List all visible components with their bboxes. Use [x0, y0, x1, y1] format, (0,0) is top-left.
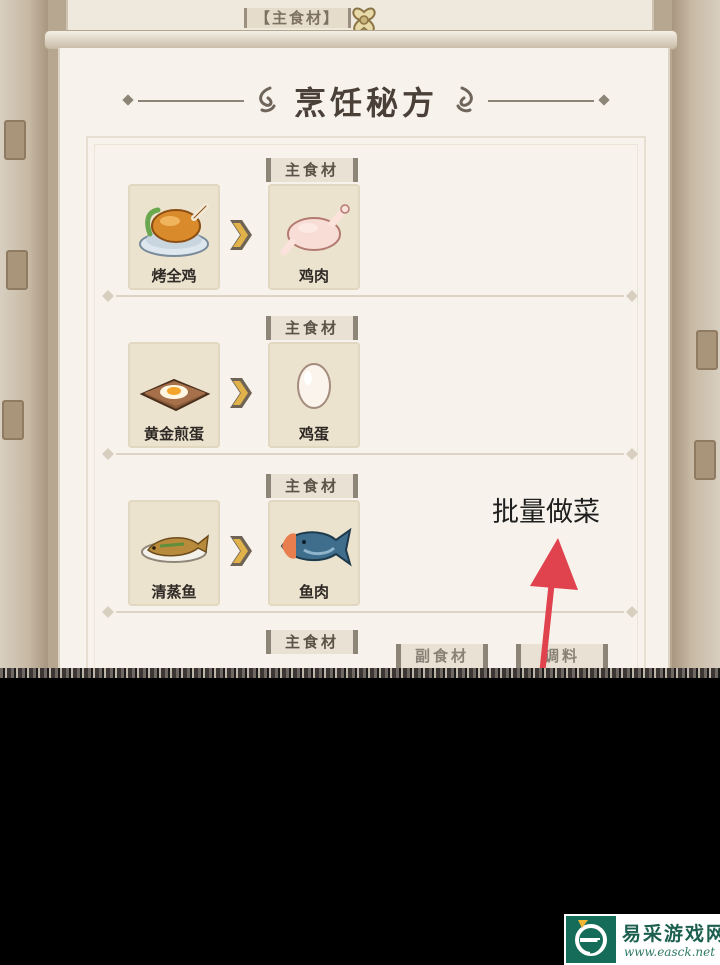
- fish-icon: [280, 527, 352, 567]
- background-shelf: [2, 400, 24, 440]
- watermark-site-name: 易采游戏网: [622, 923, 720, 945]
- title-swirl-icon: [456, 86, 473, 113]
- watermark-site-url: www.easck.net: [624, 945, 716, 959]
- dish-label: 烤全鸡: [151, 267, 197, 285]
- recipe-row[interactable]: 主食材 烤全鸡 鸡肉: [60, 156, 672, 312]
- recipe-row[interactable]: 主食材 黄金煎蛋 鸡蛋: [60, 314, 672, 470]
- main-ingredient-tag: 主食材: [266, 630, 358, 654]
- main-ingredient-tag: 主食材: [266, 316, 358, 340]
- main-ingredient-tag: 主食材: [266, 158, 358, 182]
- row-divider: [102, 290, 638, 302]
- background-wall-right: [672, 0, 720, 672]
- watermark-logo: [566, 916, 616, 963]
- e-logo-icon: [575, 920, 607, 956]
- back-card-tag: 【主食材】: [244, 8, 352, 28]
- annotation-arrow-icon: [530, 538, 578, 672]
- title-ornament-line: [488, 100, 594, 102]
- site-watermark: 易采游戏网 www.easck.net: [564, 914, 720, 965]
- title-row: 烹饪秘方: [60, 78, 672, 122]
- ingredient-label: 鸡蛋: [298, 425, 329, 443]
- ingredient-label: 鱼肉: [298, 583, 329, 601]
- ingredient-slot[interactable]: 鱼肉: [268, 500, 360, 606]
- side-ingredient-tag: 副食材: [396, 644, 488, 668]
- steamed-fish-icon: [141, 534, 209, 563]
- ingredient-slot[interactable]: 鸡肉: [268, 184, 360, 290]
- raw-chicken-icon: [280, 204, 350, 256]
- chevron-right-icon: [230, 536, 252, 566]
- background-shelf: [4, 120, 26, 160]
- game-viewport: 【主食材】 烹饪秘方 主食材 烤全鸡 鸡肉 主食材 黄金煎蛋 鸡蛋 主食材 清蒸…: [0, 0, 720, 672]
- background-shelf: [6, 250, 28, 290]
- background-shelf: [694, 440, 716, 480]
- egg-icon: [297, 363, 331, 409]
- chevron-right-icon: [230, 220, 252, 250]
- annotation-text: 批量做菜: [492, 497, 600, 528]
- dish-label: 清蒸鱼: [151, 583, 197, 601]
- chevron-right-icon: [230, 378, 252, 408]
- image-glitch-band: [0, 668, 720, 678]
- background-wall-left: [0, 0, 48, 672]
- scroll-rod: [44, 30, 678, 50]
- ingredient-slot[interactable]: 鸡蛋: [268, 342, 360, 448]
- ingredient-label: 鸡肉: [298, 267, 329, 285]
- dish-slot[interactable]: 黄金煎蛋: [128, 342, 220, 448]
- dish-label: 黄金煎蛋: [143, 425, 204, 443]
- background-shelf: [696, 330, 718, 370]
- dish-slot[interactable]: 烤全鸡: [128, 184, 220, 290]
- main-ingredient-tag: 主食材: [266, 474, 358, 498]
- row-divider: [102, 448, 638, 460]
- roast-chicken-icon: [139, 203, 209, 257]
- fried-egg-icon: [139, 378, 211, 412]
- dish-slot[interactable]: 清蒸鱼: [128, 500, 220, 606]
